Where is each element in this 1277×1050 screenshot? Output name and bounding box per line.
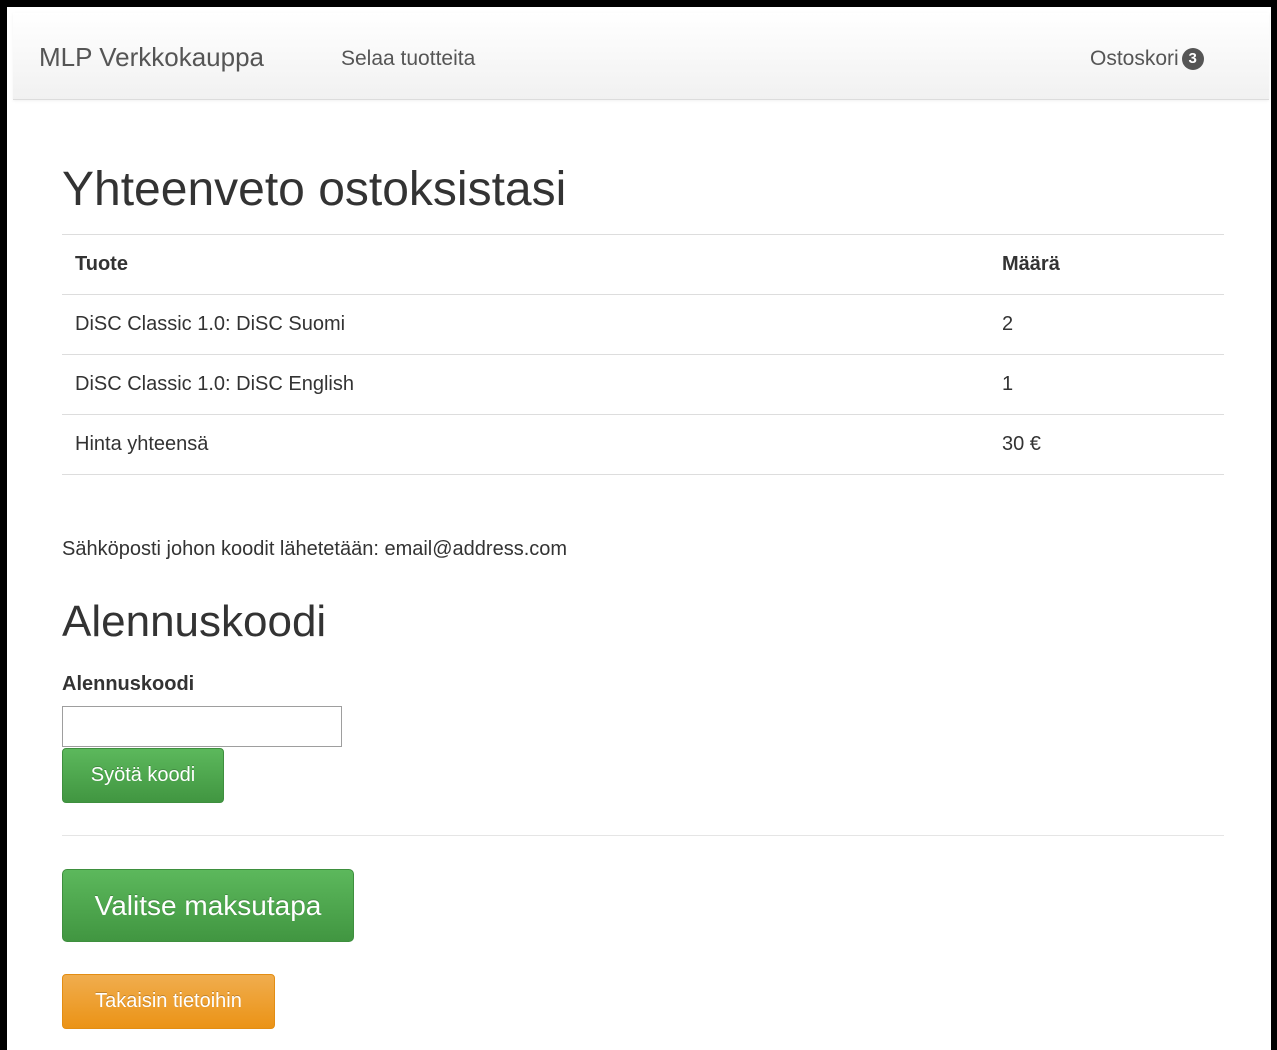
product-name-cell: DiSC Classic 1.0: DiSC Suomi [62, 294, 989, 355]
table-row: DiSC Classic 1.0: DiSC Suomi 2 [62, 294, 1224, 355]
cart-count-badge: 3 [1181, 48, 1204, 70]
product-name-cell: DiSC Classic 1.0: DiSC English [62, 354, 989, 415]
navbar: MLP Verkkokauppa Selaa tuotteita Ostosko… [13, 13, 1269, 100]
cart-link[interactable]: Ostoskori 3 [1090, 46, 1204, 72]
page-title: Yhteenveto ostoksistasi [62, 163, 567, 216]
cart-label: Ostoskori [1090, 47, 1179, 70]
choose-payment-button[interactable]: Valitse maksutapa [62, 869, 354, 942]
column-header-quantity: Määrä [989, 234, 1224, 295]
column-header-product: Tuote [62, 234, 989, 295]
quantity-cell: 2 [989, 294, 1224, 355]
brand-link[interactable]: MLP Verkkokauppa [39, 41, 264, 73]
table-row: DiSC Classic 1.0: DiSC English 1 [62, 354, 1224, 415]
table-header-row: Tuote Määrä [62, 234, 1224, 295]
total-label-cell: Hinta yhteensä [62, 414, 989, 475]
discount-code-label: Alennuskoodi [62, 673, 195, 695]
divider [62, 835, 1224, 836]
discount-section-title: Alennuskoodi [62, 597, 327, 646]
delivery-email-text: Sähköposti johon koodit lähetetään: emai… [62, 538, 568, 560]
quantity-cell: 1 [989, 354, 1224, 415]
total-row: Hinta yhteensä 30 € [62, 414, 1224, 475]
order-summary-table: Tuote Määrä DiSC Classic 1.0: DiSC Suomi… [62, 234, 1224, 475]
page: MLP Verkkokauppa Selaa tuotteita Ostosko… [7, 7, 1271, 1050]
browse-products-link[interactable]: Selaa tuotteita [341, 46, 475, 72]
back-to-details-button[interactable]: Takaisin tietoihin [62, 974, 275, 1029]
discount-code-input[interactable] [62, 706, 342, 747]
submit-code-button[interactable]: Syötä koodi [62, 748, 224, 803]
total-price-cell: 30 € [989, 414, 1224, 475]
